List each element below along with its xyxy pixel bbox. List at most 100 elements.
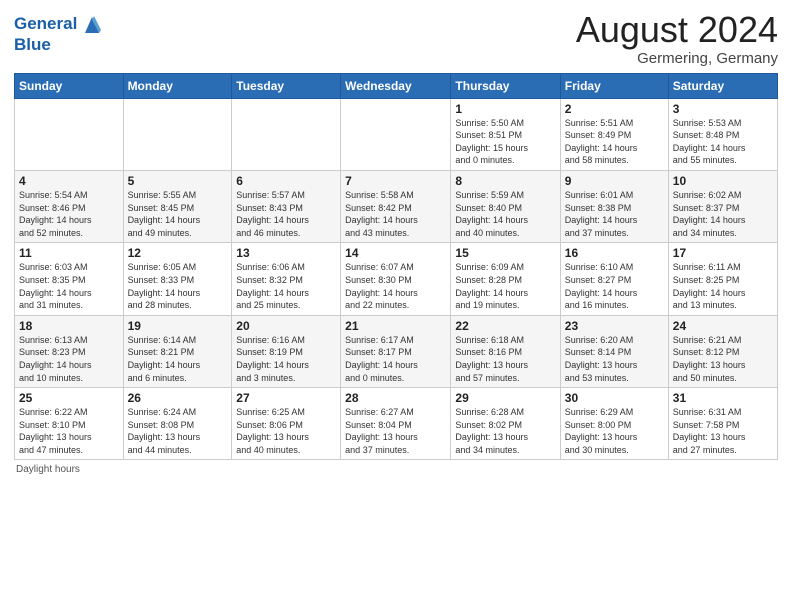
day-number: 21 [345,319,446,333]
day-info: Sunrise: 6:09 AMSunset: 8:28 PMDaylight:… [455,261,555,311]
calendar-cell: 20Sunrise: 6:16 AMSunset: 8:19 PMDayligh… [232,315,341,387]
calendar-day-header: Monday [123,73,232,98]
day-info: Sunrise: 6:20 AMSunset: 8:14 PMDaylight:… [565,334,664,384]
day-number: 2 [565,102,664,116]
day-info: Sunrise: 6:24 AMSunset: 8:08 PMDaylight:… [128,406,228,456]
day-number: 13 [236,246,336,260]
calendar-cell: 21Sunrise: 6:17 AMSunset: 8:17 PMDayligh… [341,315,451,387]
calendar-cell: 4Sunrise: 5:54 AMSunset: 8:46 PMDaylight… [15,170,124,242]
day-info: Sunrise: 6:01 AMSunset: 8:38 PMDaylight:… [565,189,664,239]
calendar-cell [15,98,124,170]
calendar-cell: 18Sunrise: 6:13 AMSunset: 8:23 PMDayligh… [15,315,124,387]
day-info: Sunrise: 5:51 AMSunset: 8:49 PMDaylight:… [565,117,664,167]
calendar-cell: 6Sunrise: 5:57 AMSunset: 8:43 PMDaylight… [232,170,341,242]
calendar-day-header: Thursday [451,73,560,98]
day-number: 8 [455,174,555,188]
day-info: Sunrise: 5:53 AMSunset: 8:48 PMDaylight:… [673,117,773,167]
calendar-cell: 15Sunrise: 6:09 AMSunset: 8:28 PMDayligh… [451,243,560,315]
day-info: Sunrise: 5:58 AMSunset: 8:42 PMDaylight:… [345,189,446,239]
footer-note: Daylight hours [14,464,778,475]
calendar-week-row: 25Sunrise: 6:22 AMSunset: 8:10 PMDayligh… [15,388,778,460]
calendar-cell: 3Sunrise: 5:53 AMSunset: 8:48 PMDaylight… [668,98,777,170]
day-info: Sunrise: 6:31 AMSunset: 7:58 PMDaylight:… [673,406,773,456]
day-info: Sunrise: 6:03 AMSunset: 8:35 PMDaylight:… [19,261,119,311]
calendar-cell: 22Sunrise: 6:18 AMSunset: 8:16 PMDayligh… [451,315,560,387]
logo-icon [83,15,101,35]
calendar-cell: 25Sunrise: 6:22 AMSunset: 8:10 PMDayligh… [15,388,124,460]
day-number: 24 [673,319,773,333]
calendar-cell: 17Sunrise: 6:11 AMSunset: 8:25 PMDayligh… [668,243,777,315]
day-info: Sunrise: 6:14 AMSunset: 8:21 PMDaylight:… [128,334,228,384]
calendar-week-row: 18Sunrise: 6:13 AMSunset: 8:23 PMDayligh… [15,315,778,387]
calendar-week-row: 11Sunrise: 6:03 AMSunset: 8:35 PMDayligh… [15,243,778,315]
month-year-title: August 2024 [576,10,778,50]
calendar-cell: 29Sunrise: 6:28 AMSunset: 8:02 PMDayligh… [451,388,560,460]
calendar-cell: 27Sunrise: 6:25 AMSunset: 8:06 PMDayligh… [232,388,341,460]
calendar-cell: 8Sunrise: 5:59 AMSunset: 8:40 PMDaylight… [451,170,560,242]
day-info: Sunrise: 6:16 AMSunset: 8:19 PMDaylight:… [236,334,336,384]
day-number: 14 [345,246,446,260]
day-info: Sunrise: 5:50 AMSunset: 8:51 PMDaylight:… [455,117,555,167]
calendar-cell: 24Sunrise: 6:21 AMSunset: 8:12 PMDayligh… [668,315,777,387]
day-number: 26 [128,391,228,405]
calendar-cell: 23Sunrise: 6:20 AMSunset: 8:14 PMDayligh… [560,315,668,387]
day-info: Sunrise: 6:05 AMSunset: 8:33 PMDaylight:… [128,261,228,311]
day-number: 19 [128,319,228,333]
calendar-cell: 13Sunrise: 6:06 AMSunset: 8:32 PMDayligh… [232,243,341,315]
day-info: Sunrise: 6:18 AMSunset: 8:16 PMDaylight:… [455,334,555,384]
day-info: Sunrise: 5:54 AMSunset: 8:46 PMDaylight:… [19,189,119,239]
day-number: 22 [455,319,555,333]
calendar-cell: 11Sunrise: 6:03 AMSunset: 8:35 PMDayligh… [15,243,124,315]
day-info: Sunrise: 6:29 AMSunset: 8:00 PMDaylight:… [565,406,664,456]
calendar-cell: 26Sunrise: 6:24 AMSunset: 8:08 PMDayligh… [123,388,232,460]
calendar-table: SundayMondayTuesdayWednesdayThursdayFrid… [14,73,778,461]
day-number: 29 [455,391,555,405]
day-info: Sunrise: 6:21 AMSunset: 8:12 PMDaylight:… [673,334,773,384]
calendar-cell: 2Sunrise: 5:51 AMSunset: 8:49 PMDaylight… [560,98,668,170]
calendar-cell: 7Sunrise: 5:58 AMSunset: 8:42 PMDaylight… [341,170,451,242]
day-number: 1 [455,102,555,116]
calendar-day-header: Sunday [15,73,124,98]
title-block: August 2024 Germering, Germany [576,10,778,67]
day-info: Sunrise: 6:25 AMSunset: 8:06 PMDaylight:… [236,406,336,456]
calendar-cell: 14Sunrise: 6:07 AMSunset: 8:30 PMDayligh… [341,243,451,315]
day-number: 10 [673,174,773,188]
day-number: 30 [565,391,664,405]
calendar-cell: 1Sunrise: 5:50 AMSunset: 8:51 PMDaylight… [451,98,560,170]
calendar-cell: 5Sunrise: 5:55 AMSunset: 8:45 PMDaylight… [123,170,232,242]
day-info: Sunrise: 6:13 AMSunset: 8:23 PMDaylight:… [19,334,119,384]
calendar-day-header: Tuesday [232,73,341,98]
calendar-cell: 9Sunrise: 6:01 AMSunset: 8:38 PMDaylight… [560,170,668,242]
logo-text: General Blue [14,14,101,54]
day-number: 3 [673,102,773,116]
day-info: Sunrise: 6:22 AMSunset: 8:10 PMDaylight:… [19,406,119,456]
calendar-cell: 12Sunrise: 6:05 AMSunset: 8:33 PMDayligh… [123,243,232,315]
location-subtitle: Germering, Germany [576,50,778,67]
day-info: Sunrise: 6:27 AMSunset: 8:04 PMDaylight:… [345,406,446,456]
day-number: 17 [673,246,773,260]
day-number: 27 [236,391,336,405]
calendar-day-header: Saturday [668,73,777,98]
calendar-week-row: 1Sunrise: 5:50 AMSunset: 8:51 PMDaylight… [15,98,778,170]
day-info: Sunrise: 6:11 AMSunset: 8:25 PMDaylight:… [673,261,773,311]
day-info: Sunrise: 6:06 AMSunset: 8:32 PMDaylight:… [236,261,336,311]
logo: General Blue [14,14,101,54]
day-number: 4 [19,174,119,188]
day-info: Sunrise: 6:07 AMSunset: 8:30 PMDaylight:… [345,261,446,311]
day-number: 9 [565,174,664,188]
day-number: 7 [345,174,446,188]
calendar-cell [341,98,451,170]
day-number: 20 [236,319,336,333]
day-number: 28 [345,391,446,405]
day-info: Sunrise: 5:57 AMSunset: 8:43 PMDaylight:… [236,189,336,239]
calendar-cell: 16Sunrise: 6:10 AMSunset: 8:27 PMDayligh… [560,243,668,315]
day-number: 31 [673,391,773,405]
calendar-cell: 28Sunrise: 6:27 AMSunset: 8:04 PMDayligh… [341,388,451,460]
day-info: Sunrise: 5:59 AMSunset: 8:40 PMDaylight:… [455,189,555,239]
day-number: 15 [455,246,555,260]
day-number: 16 [565,246,664,260]
calendar-cell [123,98,232,170]
day-info: Sunrise: 5:55 AMSunset: 8:45 PMDaylight:… [128,189,228,239]
calendar-header-row: SundayMondayTuesdayWednesdayThursdayFrid… [15,73,778,98]
day-info: Sunrise: 6:10 AMSunset: 8:27 PMDaylight:… [565,261,664,311]
